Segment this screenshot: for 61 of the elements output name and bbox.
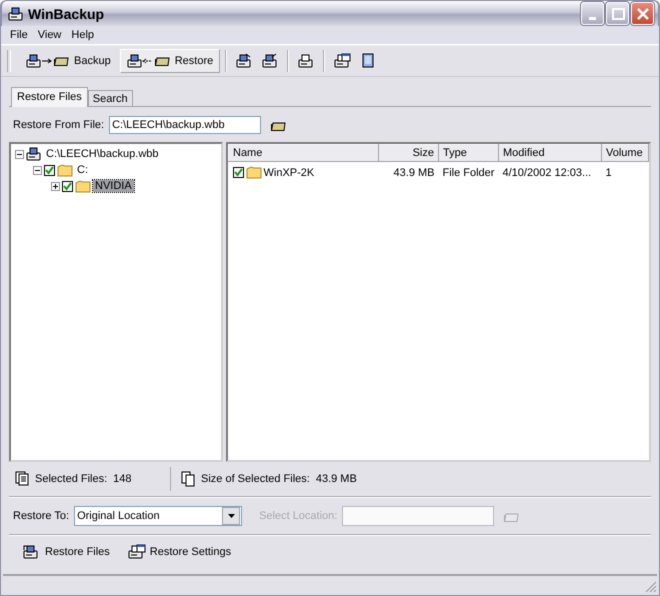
folder-icon [57,162,73,178]
maximize-button[interactable] [606,2,629,26]
checkbox[interactable] [232,167,244,178]
checkbox[interactable] [44,164,55,176]
drive-arrow-icon[interactable] [236,53,253,70]
drive-arrow-folder-icon [126,53,171,70]
tab[interactable]: Restore Files [11,87,88,108]
table-cell: 4/10/2002 12:03... [498,162,602,184]
menu-item[interactable]: File [5,28,33,42]
close-icon [634,6,650,22]
tree-item[interactable]: C:\LEECH\backup.wbb [44,148,160,160]
checkbox[interactable] [62,180,73,192]
menu-item[interactable]: Help [66,28,100,42]
summary-value: 43.9 MB [316,473,357,486]
summary-label: Size of Selected Files: [201,473,310,486]
location-field[interactable] [342,506,494,526]
summary-value: 148 [113,473,132,486]
minimize-button[interactable] [581,2,604,26]
resize-grip-icon [645,581,657,593]
maximize-icon [610,6,626,22]
toolbar-button[interactable]: Restore [120,49,220,74]
tree-item[interactable]: NVIDIA [93,180,134,192]
drive-arrow-folder-icon [26,53,70,70]
close-button[interactable] [631,2,654,26]
field-label: Restore To: [13,510,70,522]
tree-item[interactable]: C: [75,164,90,176]
dropdown-arrow-icon [228,514,235,518]
window-title: WinBackup [28,6,106,22]
table-cell: File Folder [438,162,498,184]
app-drive-icon [8,6,24,22]
summary-label: Selected Files: [35,473,108,486]
file-path-field[interactable]: C:\LEECH\backup.wbb [109,116,262,134]
field-label: Select Location: [259,510,338,522]
action-button[interactable]: Restore Settings [126,542,234,562]
table-cell: 1 [602,162,648,184]
drive-arrow-icon[interactable] [262,53,279,70]
folder-icon [75,178,91,194]
column-header[interactable]: Volume [602,144,648,162]
column-header[interactable]: Type [438,144,498,162]
column-header[interactable]: Size [378,144,438,162]
table-cell: 43.9 MB [378,162,438,184]
copy-icon [181,471,195,488]
table-cell: WinXP-2K [264,166,314,179]
drive-window-icon[interactable] [334,53,351,70]
toolbar-button[interactable]: Backup [19,49,118,74]
menu-item[interactable]: View [32,28,66,42]
collapse-icon[interactable] [15,150,24,159]
field-label: Restore From File: [13,119,104,132]
folder-icon [246,165,262,180]
expand-icon[interactable] [51,182,60,191]
drive-document-icon[interactable] [298,53,315,70]
documents-icon [15,471,29,488]
column-header[interactable]: Modified [498,144,602,162]
drive-icon [26,146,42,162]
drive-window-icon [128,544,146,560]
action-button[interactable]: Restore Files [21,542,112,562]
tab[interactable]: Search [88,90,133,108]
collapse-icon[interactable] [33,166,42,175]
restore-to-dropdown[interactable]: Original Location [74,506,242,526]
minimize-icon [589,17,596,20]
column-header[interactable]: Name [228,144,378,162]
